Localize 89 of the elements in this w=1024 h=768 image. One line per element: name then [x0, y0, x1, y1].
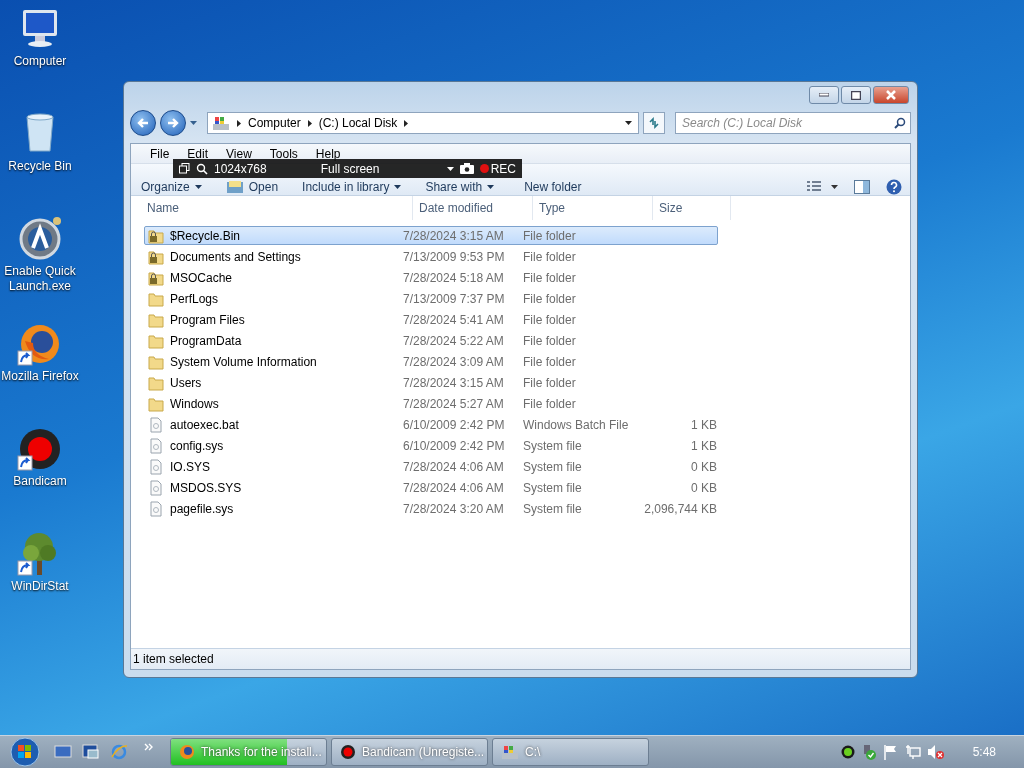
type-cell-text: Windows Batch File [523, 417, 630, 432]
file-row[interactable]: MSOCache 7/28/2024 5:18 AM File folder [144, 268, 718, 287]
toolbar-dropdown[interactable]: Organize [141, 179, 202, 194]
file-row[interactable]: $Recycle.Bin 7/28/2024 3:15 AM File folder [144, 226, 718, 245]
type-cell-text: System file [523, 438, 583, 453]
size-cell: 0 KB [691, 459, 717, 474]
type-cell-text: System file [523, 459, 583, 474]
file-name: MSOCache [170, 270, 233, 285]
type-cell-text: File folder [523, 249, 577, 264]
type-cell-text: File folder [523, 312, 577, 327]
file-row[interactable]: Windows 7/28/2024 5:27 AM File folder [144, 394, 718, 413]
desktop-icon-label[interactable]: Recycle Bin [1, 159, 79, 174]
desktop-icon-label[interactable]: Computer [1, 54, 79, 69]
file-row[interactable]: autoexec.bat 6/10/2009 2:42 PM Windows Batch File 1 KB [144, 415, 718, 434]
desktop-icon-label[interactable]: Bandicam [1, 474, 79, 489]
open-button[interactable]: Open [225, 179, 279, 194]
column-header[interactable]: Size [653, 196, 731, 220]
file-row[interactable]: Documents and Settings 7/13/2009 9:53 PM File folder [144, 247, 718, 266]
file-row[interactable]: pagefile.sys 7/28/2024 3:20 AM System file 2,096,744 KB [144, 499, 718, 518]
type-cell-text: File folder [523, 354, 577, 369]
date-cell-text: 7/28/2024 4:06 AM [403, 480, 505, 495]
size-cell: 2,096,744 KB [644, 501, 717, 516]
date-cell-text: 7/13/2009 9:53 PM [403, 249, 506, 264]
file-name: Windows [170, 396, 219, 411]
menu-item[interactable]: File [141, 147, 179, 161]
address-bar[interactable]: Computer (C:) Local Disk [207, 112, 639, 134]
file-name: System Volume Information [170, 354, 317, 369]
type-cell-text: File folder [523, 375, 577, 390]
rec-button[interactable]: REC [490, 161, 516, 176]
column-header[interactable]: Name [141, 196, 413, 220]
status-text: 1 item selected [133, 652, 214, 666]
file-row[interactable]: ProgramData 7/28/2024 5:22 AM File folder [144, 331, 718, 350]
desktop-icon-label[interactable]: Enable Quick Launch.exe [1, 264, 79, 294]
file-name: Program Files [170, 312, 245, 327]
date-cell-text: 7/28/2024 5:18 AM [403, 270, 505, 285]
type-cell-text: File folder [523, 333, 577, 348]
file-name: Documents and Settings [170, 249, 301, 264]
date-cell-text: 7/28/2024 3:15 AM [403, 228, 505, 243]
type-cell-text: System file [523, 480, 583, 495]
toolbar-dropdown[interactable]: Share with [425, 179, 495, 194]
date-cell-text: 7/28/2024 3:15 AM [403, 375, 505, 390]
type-cell-text: File folder [523, 228, 577, 243]
date-cell-text: 7/28/2024 5:41 AM [403, 312, 505, 327]
toolbar-dropdown[interactable]: Include in library [302, 179, 402, 194]
new-folder-button[interactable]: New folder [524, 179, 582, 194]
file-name: autoexec.bat [170, 417, 239, 432]
file-row[interactable]: System Volume Information 7/28/2024 3:09 AM File folder [144, 352, 718, 371]
date-cell-text: 7/13/2009 7:37 PM [403, 291, 506, 306]
date-cell-text: 7/28/2024 5:27 AM [403, 396, 505, 411]
menu-item[interactable]: Edit [178, 147, 218, 161]
file-name: IO.SYS [170, 459, 210, 474]
type-cell-text: File folder [523, 291, 577, 306]
size-cell: 1 KB [691, 417, 717, 432]
menu-item[interactable]: Tools [260, 147, 307, 161]
breadcrumb-item[interactable]: Computer [248, 116, 301, 130]
date-cell-text: 6/10/2009 2:42 PM [403, 417, 506, 432]
type-cell-text: File folder [523, 270, 577, 285]
date-cell-text: 7/28/2024 3:20 AM [403, 501, 505, 516]
search-field[interactable]: Search (C:) Local Disk [675, 112, 911, 134]
size-cell: 1 KB [691, 438, 717, 453]
file-row[interactable]: PerfLogs 7/13/2009 7:37 PM File folder [144, 289, 718, 308]
date-cell-text: 7/28/2024 3:09 AM [403, 354, 505, 369]
column-header[interactable]: Type [533, 196, 653, 220]
file-row[interactable]: config.sys 6/10/2009 2:42 PM System file 1 KB [144, 436, 718, 455]
file-name: PerfLogs [170, 291, 219, 306]
breadcrumb-item[interactable]: (C:) Local Disk [318, 116, 398, 130]
resolution-text: 1024x768 [214, 161, 267, 176]
column-header[interactable]: Date modified [413, 196, 533, 220]
date-cell-text: 7/28/2024 5:22 AM [403, 333, 505, 348]
file-name: MSDOS.SYS [170, 480, 242, 495]
desktop-icon-label[interactable]: Mozilla Firefox [1, 369, 79, 384]
date-cell-text: 7/28/2024 4:06 AM [403, 459, 505, 474]
file-row[interactable]: Program Files 7/28/2024 5:41 AM File folder [144, 310, 718, 329]
file-name: $Recycle.Bin [170, 228, 241, 243]
size-cell: 0 KB [691, 480, 717, 495]
desktop-icon-label[interactable]: WinDirStat [1, 579, 79, 594]
file-name: ProgramData [170, 333, 242, 348]
date-cell-text: 6/10/2009 2:42 PM [403, 438, 506, 453]
file-row[interactable]: Users 7/28/2024 3:15 AM File folder [144, 373, 718, 392]
file-name: pagefile.sys [170, 501, 234, 516]
file-name: config.sys [170, 438, 224, 453]
file-row[interactable]: IO.SYS 7/28/2024 4:06 AM System file 0 KB [144, 457, 718, 476]
menu-item[interactable]: Help [306, 147, 350, 161]
type-cell-text: System file [523, 501, 583, 516]
file-row[interactable]: MSDOS.SYS 7/28/2024 4:06 AM System file 0 KB [144, 478, 718, 497]
type-cell-text: File folder [523, 396, 577, 411]
mode-selector[interactable]: Full screen [320, 161, 380, 176]
file-name: Users [170, 375, 202, 390]
menu-item[interactable]: View [217, 147, 261, 161]
